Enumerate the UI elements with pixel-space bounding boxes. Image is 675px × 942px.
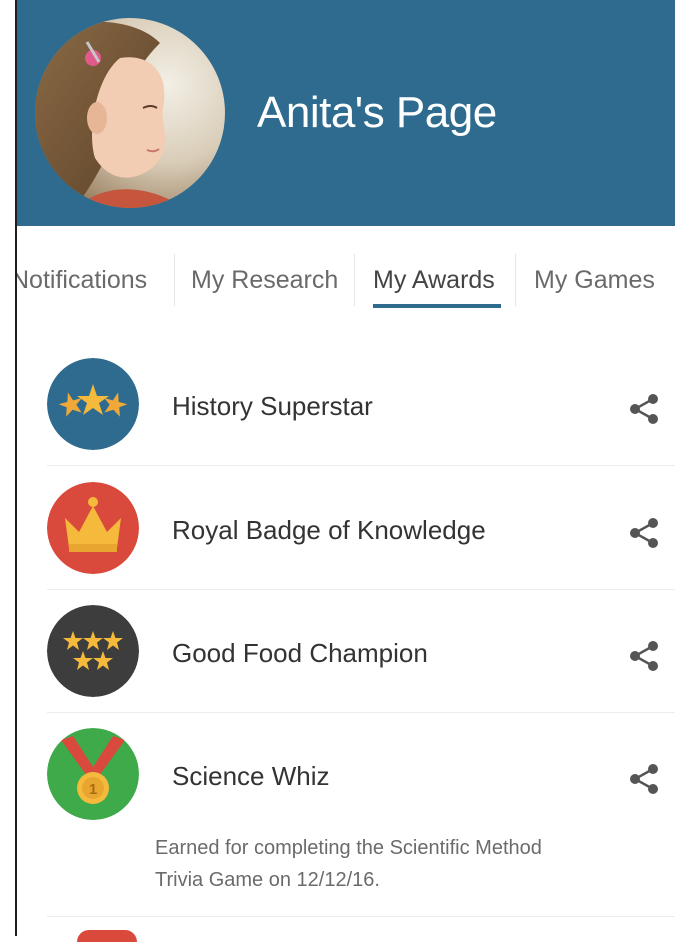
window-edge (15, 0, 17, 936)
five-stars-icon (47, 605, 139, 697)
svg-text:1: 1 (89, 781, 97, 798)
share-icon[interactable] (627, 762, 661, 796)
award-name: Royal Badge of Knowledge (172, 515, 486, 545)
share-icon[interactable] (627, 392, 661, 426)
award-description: Earned for completing the Scientific Met… (155, 837, 542, 891)
list-divider (47, 916, 675, 917)
tab-bar: Notifications My Research My Awards My G… (17, 226, 675, 326)
tab-divider (354, 254, 355, 306)
tab-my-research[interactable]: My Research (191, 266, 338, 295)
next-award-icon-partial (77, 930, 137, 942)
tab-divider (174, 254, 175, 306)
tab-notifications[interactable]: Notifications (17, 266, 147, 295)
list-divider (47, 589, 675, 590)
share-icon[interactable] (627, 516, 661, 550)
crown-icon (47, 482, 139, 574)
share-icon[interactable] (627, 639, 661, 673)
profile-header: Anita's Page (17, 0, 675, 226)
award-name: Good Food Champion (172, 638, 428, 668)
page-title: Anita's Page (257, 88, 497, 137)
tab-divider (515, 254, 516, 306)
tab-my-awards[interactable]: My Awards (373, 266, 495, 295)
tab-my-games[interactable]: My Games (534, 266, 655, 295)
list-divider (47, 465, 675, 466)
avatar[interactable] (35, 18, 225, 208)
active-tab-indicator (373, 304, 501, 308)
avatar-photo (35, 18, 225, 208)
award-name: History Superstar (172, 391, 373, 421)
medal-icon: 1 (47, 728, 139, 820)
three-stars-icon (47, 358, 139, 450)
list-divider (47, 712, 675, 713)
award-name: Science Whiz (172, 761, 330, 791)
